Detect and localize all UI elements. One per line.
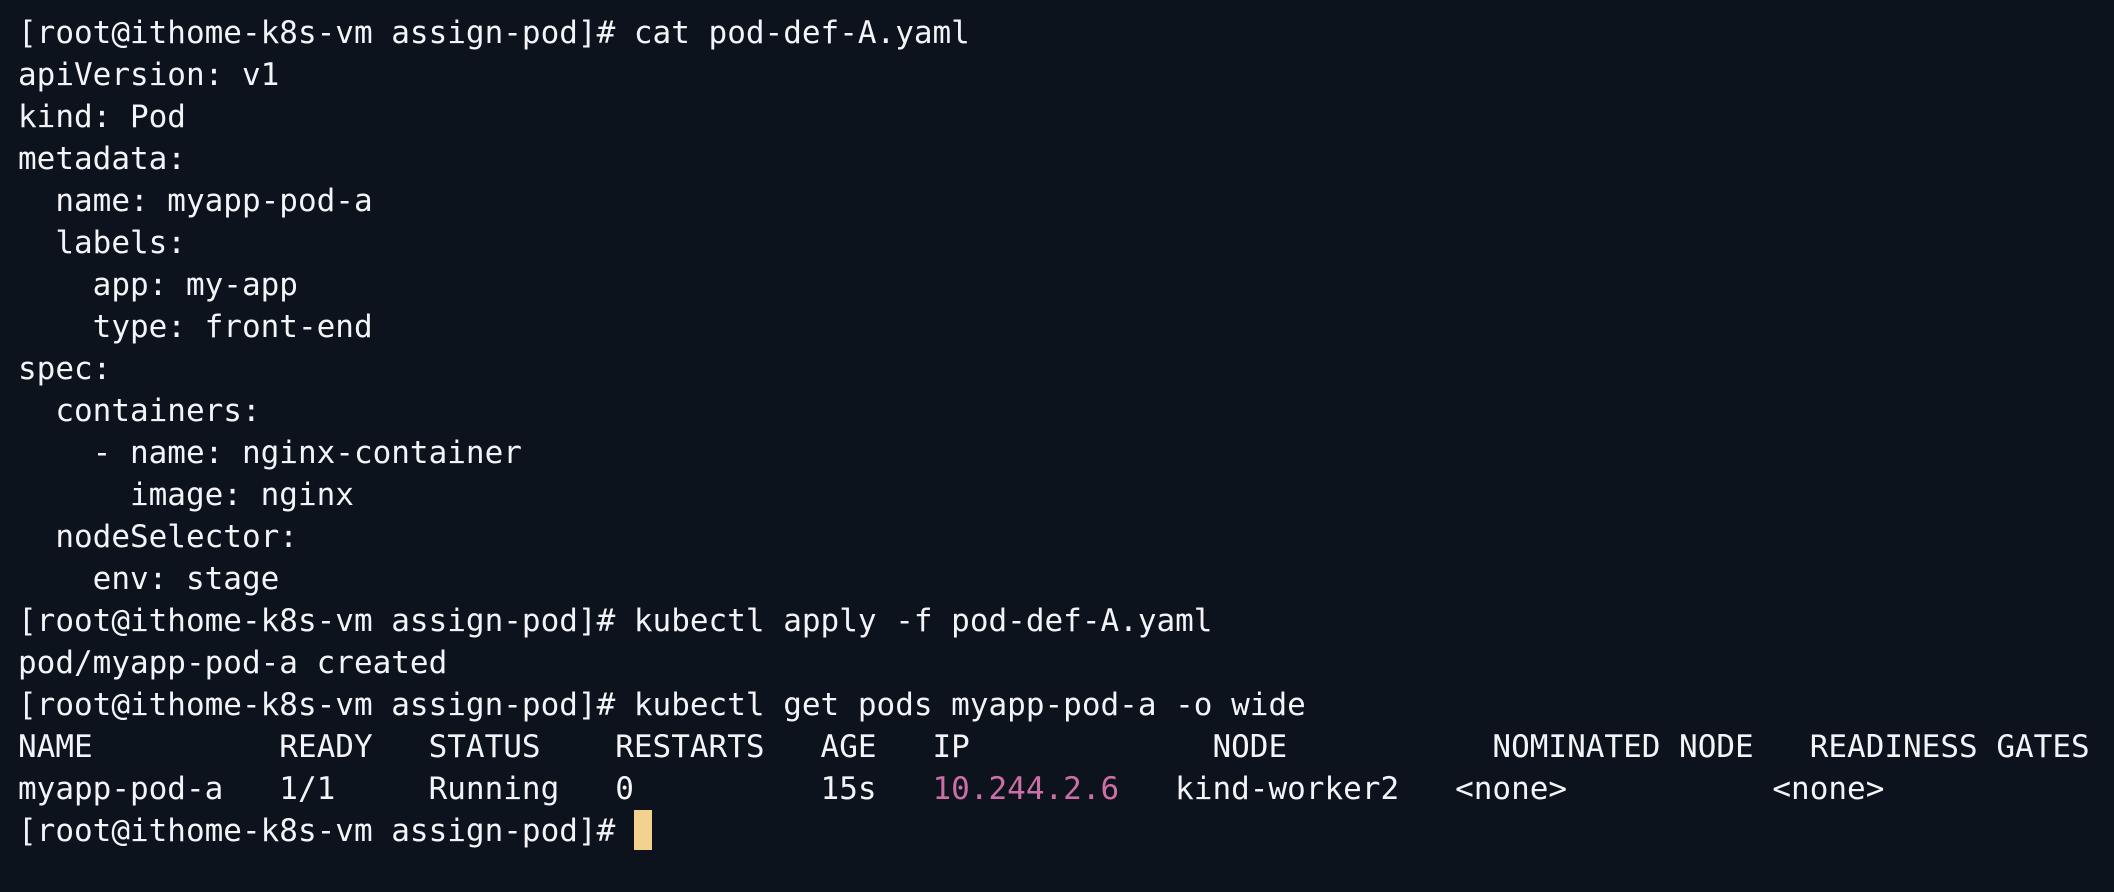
terminal-line-apply-command: [root@ithome-k8s-vm assign-pod]# kubectl… — [18, 603, 1213, 639]
yaml-containers: containers: — [18, 393, 261, 429]
yaml-labels: labels: — [18, 225, 186, 261]
pod-row-after-ip: kind-worker2 <none> <none> — [1119, 771, 1885, 807]
pods-table-header: NAME READY STATUS RESTARTS AGE IP NODE N… — [18, 729, 2090, 765]
terminal-window[interactable]: [root@ithome-k8s-vm assign-pod]# cat pod… — [0, 0, 2114, 892]
active-prompt: [root@ithome-k8s-vm assign-pod]# — [18, 813, 616, 849]
yaml-label-app: app: my-app — [18, 267, 298, 303]
pod-row-before-ip: myapp-pod-a 1/1 Running 0 15s — [18, 771, 933, 807]
yaml-label-type: type: front-end — [18, 309, 373, 345]
yaml-node-selector: nodeSelector: — [18, 519, 298, 555]
terminal-line-cat-command: [root@ithome-k8s-vm assign-pod]# cat pod… — [18, 15, 970, 51]
terminal-line-get-pods-command: [root@ithome-k8s-vm assign-pod]# kubectl… — [18, 687, 1306, 723]
pods-table-row: myapp-pod-a 1/1 Running 0 15s 10.244.2.6… — [18, 768, 2114, 810]
apply-output: pod/myapp-pod-a created — [18, 645, 448, 681]
yaml-container-image: image: nginx — [18, 477, 354, 513]
active-prompt-line[interactable]: [root@ithome-k8s-vm assign-pod]# — [18, 810, 2114, 852]
yaml-name: name: myapp-pod-a — [18, 183, 373, 219]
yaml-api-version: apiVersion: v1 — [18, 57, 280, 93]
yaml-container-name: - name: nginx-container — [18, 435, 522, 471]
yaml-kind: kind: Pod — [18, 99, 186, 135]
yaml-metadata: metadata: — [18, 141, 186, 177]
yaml-spec: spec: — [18, 351, 112, 387]
pod-ip-address: 10.244.2.6 — [932, 771, 1120, 807]
yaml-node-selector-env: env: stage — [18, 561, 280, 597]
text-cursor — [633, 810, 652, 850]
